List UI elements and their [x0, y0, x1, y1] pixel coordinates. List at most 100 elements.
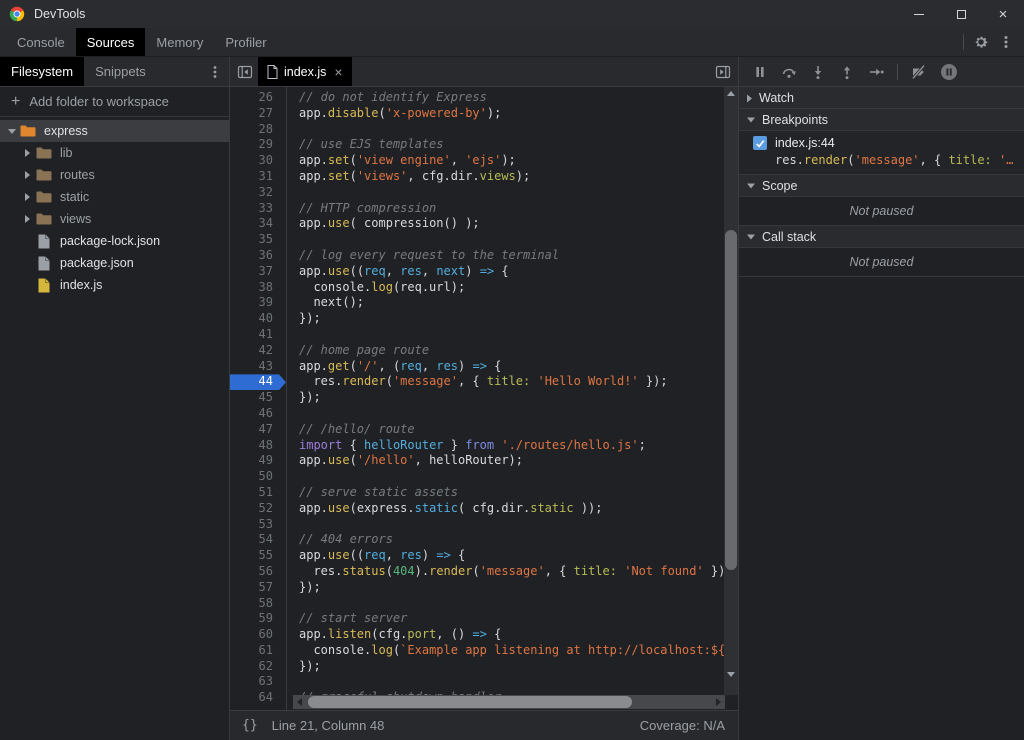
code-editor[interactable]: // do not identify Expressapp.disable('x… — [288, 90, 725, 696]
gutter-line-42[interactable]: 42 — [230, 343, 286, 359]
gutter-line-43[interactable]: 43 — [230, 359, 286, 375]
pause-on-exceptions-icon[interactable] — [940, 63, 958, 81]
code-line-39[interactable]: next(); — [299, 295, 725, 311]
code-line-45[interactable]: }); — [299, 390, 725, 406]
gutter-line-46[interactable]: 46 — [230, 406, 286, 422]
chevron-right-icon[interactable] — [25, 193, 30, 201]
code-line-33[interactable]: // HTTP compression — [299, 201, 725, 217]
close-button[interactable]: × — [982, 0, 1024, 28]
code-line-49[interactable]: app.use('/hello', helloRouter); — [299, 453, 725, 469]
pretty-print-button[interactable]: {} — [230, 718, 268, 733]
code-line-26[interactable]: // do not identify Express — [299, 90, 725, 106]
settings-gear-icon[interactable] — [973, 34, 989, 50]
scroll-down-icon[interactable] — [727, 672, 735, 677]
gutter-line-61[interactable]: 61 — [230, 643, 286, 659]
gutter-line-52[interactable]: 52 — [230, 501, 286, 517]
code-line-36[interactable]: // log every request to the terminal — [299, 248, 725, 264]
gutter-line-47[interactable]: 47 — [230, 422, 286, 438]
code-line-58[interactable] — [299, 596, 725, 612]
code-line-30[interactable]: app.set('view engine', 'ejs'); — [299, 153, 725, 169]
gutter-line-45[interactable]: 45 — [230, 390, 286, 406]
tab-sources[interactable]: Sources — [76, 28, 146, 56]
code-line-38[interactable]: console.log(req.url); — [299, 280, 725, 296]
add-folder-to-workspace[interactable]: + Add folder to workspace — [0, 87, 229, 117]
code-line-29[interactable]: // use EJS templates — [299, 137, 725, 153]
chevron-right-icon[interactable] — [25, 149, 30, 157]
gutter-line-64[interactable]: 64 — [230, 690, 286, 706]
gutter-line-36[interactable]: 36 — [230, 248, 286, 264]
code-line-37[interactable]: app.use((req, res, next) => { — [299, 264, 725, 280]
more-options-icon[interactable] — [998, 34, 1014, 50]
horizontal-scrollbar[interactable] — [293, 695, 725, 709]
hide-navigator-icon[interactable] — [237, 64, 253, 80]
minimize-button[interactable] — [898, 0, 940, 28]
gutter-line-27[interactable]: 27 — [230, 106, 286, 122]
tree-item-index-js[interactable]: index.js — [0, 274, 229, 296]
gutter-line-48[interactable]: 48 — [230, 438, 286, 454]
code-line-61[interactable]: console.log(`Example app listening at ht… — [299, 643, 725, 659]
gutter-line-62[interactable]: 62 — [230, 659, 286, 675]
gutter-line-40[interactable]: 40 — [230, 311, 286, 327]
breakpoint-entry[interactable]: index.js:44 res.render('message', { titl… — [739, 131, 1024, 175]
code-line-35[interactable] — [299, 232, 725, 248]
tree-item-lib[interactable]: lib — [0, 142, 229, 164]
maximize-button[interactable] — [940, 0, 982, 28]
tree-item-package-lock-json[interactable]: package-lock.json — [0, 230, 229, 252]
section-call-stack[interactable]: Call stack — [739, 226, 1024, 248]
code-line-62[interactable]: }); — [299, 659, 725, 675]
code-line-42[interactable]: // home page route — [299, 343, 725, 359]
code-line-48[interactable]: import { helloRouter } from './routes/he… — [299, 438, 725, 454]
navigator-tab-snippets[interactable]: Snippets — [84, 57, 157, 86]
step-into-icon[interactable] — [810, 64, 826, 80]
scroll-left-icon[interactable] — [297, 698, 302, 706]
gutter-line-57[interactable]: 57 — [230, 580, 286, 596]
breakpoint-checkbox[interactable] — [753, 136, 767, 150]
deactivate-breakpoints-icon[interactable] — [911, 64, 927, 80]
tree-item-package-json[interactable]: package.json — [0, 252, 229, 274]
gutter-line-54[interactable]: 54 — [230, 532, 286, 548]
code-line-60[interactable]: app.listen(cfg.port, () => { — [299, 627, 725, 643]
navigator-tab-filesystem[interactable]: Filesystem — [0, 57, 84, 86]
tree-item-views[interactable]: views — [0, 208, 229, 230]
gutter-line-41[interactable]: 41 — [230, 327, 286, 343]
gutter-line-33[interactable]: 33 — [230, 201, 286, 217]
horizontal-scroll-thumb[interactable] — [308, 696, 632, 708]
tab-console[interactable]: Console — [6, 28, 76, 56]
tree-item-express[interactable]: express — [0, 120, 229, 142]
more-vertical-icon[interactable] — [207, 64, 223, 80]
code-line-50[interactable] — [299, 469, 725, 485]
step-icon[interactable] — [868, 64, 884, 80]
gutter-line-53[interactable]: 53 — [230, 517, 286, 533]
gutter-line-34[interactable]: 34 — [230, 216, 286, 232]
gutter-line-51[interactable]: 51 — [230, 485, 286, 501]
code-line-56[interactable]: res.status(404).render('message', { titl… — [299, 564, 725, 580]
code-line-51[interactable]: // serve static assets — [299, 485, 725, 501]
code-line-47[interactable]: // /hello/ route — [299, 422, 725, 438]
gutter-line-59[interactable]: 59 — [230, 611, 286, 627]
gutter-line-37[interactable]: 37 — [230, 264, 286, 280]
gutter-line-30[interactable]: 30 — [230, 153, 286, 169]
chevron-down-icon[interactable] — [8, 129, 16, 134]
chevron-right-icon[interactable] — [25, 215, 30, 223]
scroll-up-icon[interactable] — [727, 91, 735, 96]
code-line-44[interactable]: res.render('message', { title: 'Hello Wo… — [299, 374, 725, 390]
code-line-59[interactable]: // start server — [299, 611, 725, 627]
tab-memory[interactable]: Memory — [145, 28, 214, 56]
gutter-line-28[interactable]: 28 — [230, 122, 286, 138]
tab-index-js[interactable]: index.js × — [258, 57, 352, 86]
section-watch[interactable]: Watch — [739, 87, 1024, 109]
tree-item-routes[interactable]: routes — [0, 164, 229, 186]
code-line-54[interactable]: // 404 errors — [299, 532, 725, 548]
chevron-right-icon[interactable] — [25, 171, 30, 179]
tree-item-static[interactable]: static — [0, 186, 229, 208]
code-line-27[interactable]: app.disable('x-powered-by'); — [299, 106, 725, 122]
code-line-32[interactable] — [299, 185, 725, 201]
breakpoint-marker-line-44[interactable]: 44 — [230, 374, 286, 390]
tab-profiler[interactable]: Profiler — [214, 28, 277, 56]
code-line-53[interactable] — [299, 517, 725, 533]
tab-close-icon[interactable]: × — [334, 64, 342, 80]
vertical-scroll-thumb[interactable] — [725, 230, 737, 570]
gutter-line-29[interactable]: 29 — [230, 137, 286, 153]
step-over-icon[interactable] — [781, 64, 797, 80]
code-line-55[interactable]: app.use((req, res) => { — [299, 548, 725, 564]
